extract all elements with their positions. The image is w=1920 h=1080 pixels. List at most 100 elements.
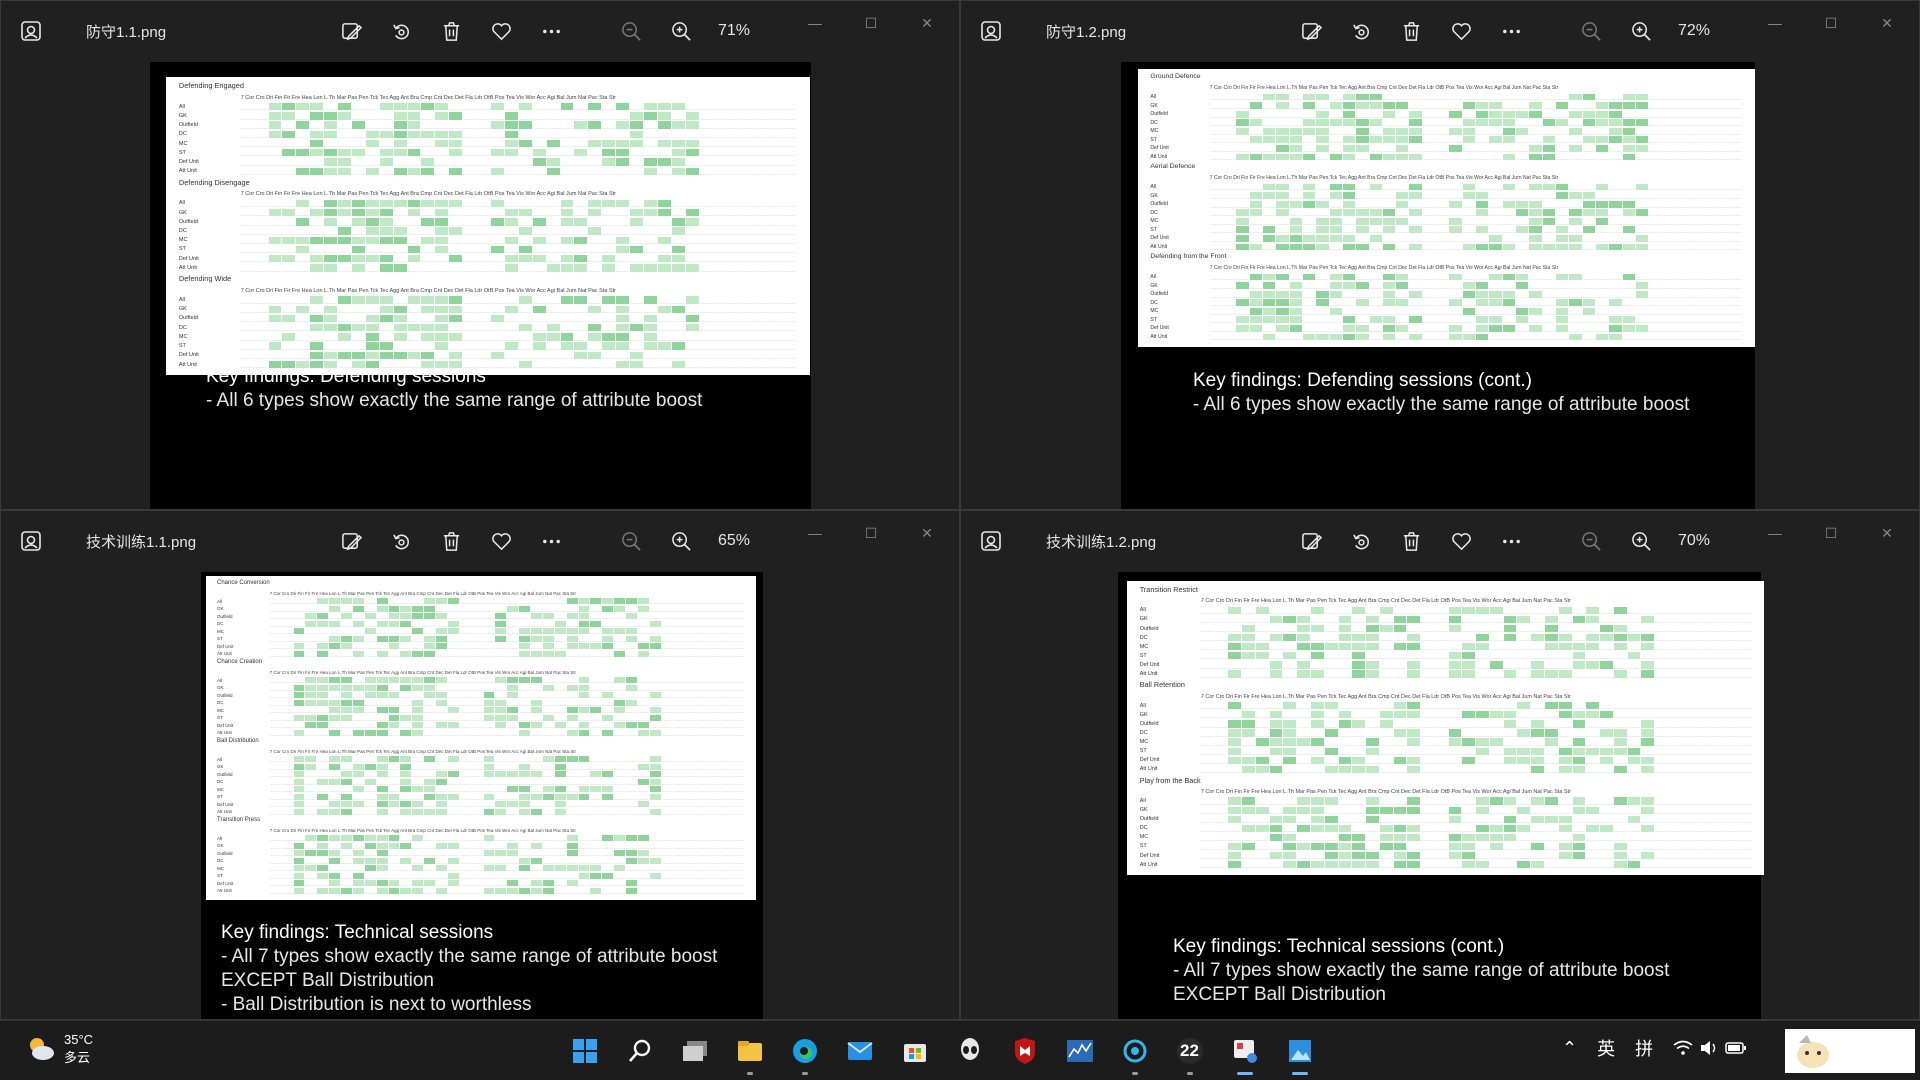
- zoom-in-button[interactable]: [656, 521, 706, 561]
- maximize-icon[interactable]: ☐: [843, 519, 899, 547]
- snipping-app-icon[interactable]: [1217, 1029, 1272, 1075]
- zoom-level[interactable]: 71%: [718, 22, 778, 40]
- sheet-cell: [657, 218, 671, 226]
- alienware-icon[interactable]: [942, 1029, 997, 1073]
- sheet-cell: [1655, 834, 1668, 841]
- sheet-cell: [407, 227, 421, 235]
- sheet-cell: [495, 730, 507, 736]
- sheet-cell: [1283, 670, 1297, 678]
- sheet-cell: [269, 692, 281, 699]
- sheet-cell: [643, 208, 657, 217]
- delete-button[interactable]: [426, 11, 476, 51]
- sheet-cell: [281, 786, 293, 793]
- weather-widget[interactable]: 35°C 多云: [26, 1031, 93, 1067]
- sheet-cell: [1283, 738, 1297, 746]
- sheet-cell: [1613, 661, 1627, 669]
- zoom-level[interactable]: 72%: [1678, 22, 1738, 40]
- maximize-icon[interactable]: ☐: [1803, 9, 1859, 37]
- sheet-cell: [546, 139, 560, 148]
- sheet-cell: [1596, 110, 1609, 118]
- more-button[interactable]: [526, 11, 576, 51]
- volume-icon[interactable]: [1699, 1040, 1719, 1056]
- store-icon[interactable]: [887, 1029, 942, 1073]
- sheet-cell: [637, 636, 649, 642]
- camera-app-icon[interactable]: [1107, 1029, 1162, 1075]
- heart-button[interactable]: [476, 11, 526, 51]
- photo-viewer-window[interactable]: 技术训练1.1.png 65% — ☐ ✕ Chance Conversion 7 Cor …: [0, 510, 960, 1020]
- close-icon[interactable]: ✕: [1859, 519, 1915, 547]
- heart-button[interactable]: [1436, 521, 1486, 561]
- close-icon[interactable]: ✕: [899, 519, 955, 547]
- windows-start-icon[interactable]: [557, 1029, 612, 1073]
- notification-preview[interactable]: [1785, 1029, 1915, 1073]
- ime-mode-indicator[interactable]: 拼: [1635, 1035, 1653, 1061]
- sheet-cell: [1649, 325, 1662, 332]
- ime-lang-indicator[interactable]: 英: [1597, 1035, 1615, 1061]
- zoom-level[interactable]: 70%: [1678, 532, 1738, 550]
- close-icon[interactable]: ✕: [1859, 9, 1915, 37]
- sheet-cell: [588, 315, 602, 323]
- minimize-icon[interactable]: —: [1747, 519, 1803, 547]
- edit-image-button[interactable]: [326, 11, 376, 51]
- badge-app-icon[interactable]: 22: [1162, 1029, 1217, 1075]
- zoom-out-button[interactable]: [1566, 11, 1616, 51]
- minimize-icon[interactable]: —: [1747, 9, 1803, 37]
- photo-viewer-window[interactable]: 技术训练1.2.png 70% — ☐ ✕ Transition Restrict 7 Co…: [960, 510, 1920, 1020]
- heart-button[interactable]: [476, 521, 526, 561]
- photo-viewer-window[interactable]: 防守1.2.png 72% — ☐ ✕ Ground Defence 7 Cor Cro D…: [960, 0, 1920, 510]
- sheet-cell: [1545, 757, 1558, 764]
- sheet-cell: [578, 756, 590, 763]
- sheet-cell: [1255, 643, 1269, 651]
- maximize-icon[interactable]: ☐: [1803, 519, 1859, 547]
- sheet-cell: [449, 246, 463, 254]
- edit-image-button[interactable]: [1286, 11, 1336, 51]
- zoom-out-button[interactable]: [606, 11, 656, 51]
- file-explorer-icon[interactable]: [722, 1029, 777, 1075]
- edge-browser-icon[interactable]: [777, 1029, 832, 1075]
- minimize-icon[interactable]: —: [787, 519, 843, 547]
- sheet-cell: [578, 700, 590, 706]
- photo-viewer-window[interactable]: 防守1.1.png 71% — ☐ ✕ Defending Engaged 7 Cor Cr…: [0, 0, 960, 510]
- zoom-in-button[interactable]: [1616, 11, 1666, 51]
- minimize-icon[interactable]: —: [787, 9, 843, 37]
- zoom-level[interactable]: 65%: [718, 532, 778, 550]
- more-button[interactable]: [526, 521, 576, 561]
- sheet-cell: [1421, 861, 1434, 869]
- sheet-cell: [412, 621, 424, 627]
- search-icon[interactable]: [612, 1029, 667, 1073]
- edit-image-button[interactable]: [326, 521, 376, 561]
- more-button[interactable]: [1486, 521, 1536, 561]
- sheet-cell: [471, 809, 483, 815]
- rotate-button[interactable]: [1336, 521, 1386, 561]
- mcafee-icon[interactable]: [997, 1029, 1052, 1073]
- delete-button[interactable]: [1386, 11, 1436, 51]
- heart-button[interactable]: [1436, 11, 1486, 51]
- delete-button[interactable]: [1386, 521, 1436, 561]
- zoom-in-button[interactable]: [1616, 521, 1666, 561]
- rotate-button[interactable]: [1336, 11, 1386, 51]
- maximize-icon[interactable]: ☐: [843, 9, 899, 37]
- sheet-cell: [546, 237, 560, 244]
- close-icon[interactable]: ✕: [899, 9, 955, 37]
- zoom-out-button[interactable]: [606, 521, 656, 561]
- sheet-cell: [542, 764, 554, 770]
- photos-app-icon[interactable]: [1272, 1029, 1327, 1075]
- sheet-cell: [1476, 218, 1489, 225]
- battery-icon[interactable]: [1725, 1041, 1747, 1055]
- sheet-cell: [1596, 192, 1609, 199]
- task-view-icon[interactable]: [667, 1029, 722, 1073]
- more-button[interactable]: [1486, 11, 1536, 51]
- rotate-button[interactable]: [376, 521, 426, 561]
- mail-icon[interactable]: [832, 1029, 887, 1073]
- chart-app-icon[interactable]: [1052, 1029, 1107, 1073]
- chevron-up-icon[interactable]: ⌃: [1562, 1038, 1577, 1059]
- edit-image-button[interactable]: [1286, 521, 1336, 561]
- rotate-button[interactable]: [376, 11, 426, 51]
- zoom-out-button[interactable]: [1566, 521, 1616, 561]
- sheet-cell: [1600, 747, 1613, 755]
- wifi-icon[interactable]: [1673, 1040, 1693, 1056]
- zoom-in-button[interactable]: [656, 11, 706, 51]
- delete-button[interactable]: [426, 521, 476, 561]
- sheet-cell: [1311, 652, 1324, 660]
- sheet-cell: [1324, 711, 1338, 719]
